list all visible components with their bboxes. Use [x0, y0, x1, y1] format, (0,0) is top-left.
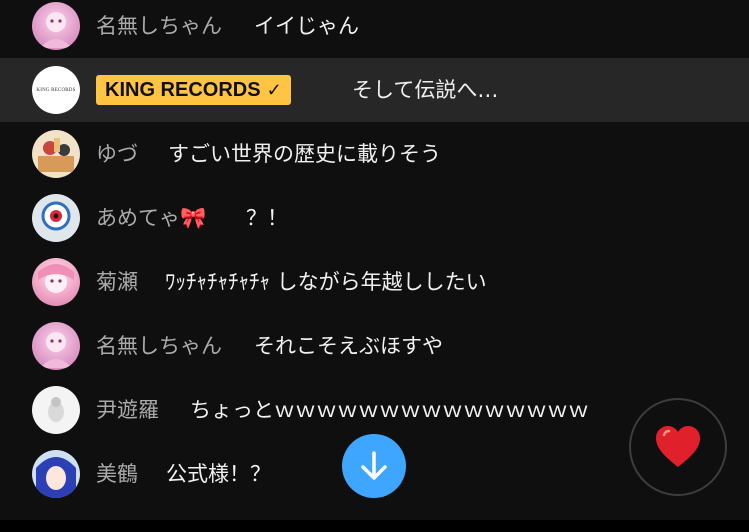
author-name[interactable]: 名無しちゃん [96, 12, 222, 40]
author-name[interactable]: あめてゃ🎀 [96, 204, 206, 232]
verified-check-icon: ✓ [266, 79, 282, 100]
reaction-button[interactable] [629, 398, 727, 496]
message-text: ﾜｯﾁｬﾁｬﾁｬﾁｬ しながら年越ししたい [165, 270, 487, 294]
bottom-edge [0, 520, 749, 532]
avatar[interactable] [32, 258, 80, 306]
avatar[interactable] [32, 2, 80, 50]
message-text: すごい世界の歴史に載りそう [168, 142, 441, 166]
chat-message-official: KING RECORDS KING RECORDS ✓ そして伝説へ… [0, 58, 749, 122]
message-text: それこそえぶほすや [254, 334, 443, 358]
message-text: そして伝説へ… [352, 78, 499, 102]
heart-icon [656, 426, 700, 467]
chat-message: 名無しちゃん それこそえぶほすや [0, 314, 749, 378]
chat-message: 名無しちゃん イイじゃん [0, 0, 749, 58]
avatar[interactable] [32, 386, 80, 434]
chat-message: あめてゃ🎀 ？！ [0, 186, 749, 250]
author-name[interactable]: ゆづ [96, 140, 138, 168]
author-name[interactable]: 美鶴 [96, 460, 138, 488]
message-text: ？！ [246, 206, 288, 230]
avatar[interactable] [32, 450, 80, 498]
arrow-down-icon [361, 451, 387, 480]
message-text: 公式様！？ [166, 462, 271, 486]
avatar[interactable] [32, 322, 80, 370]
message-text: ちょっとｗｗｗｗｗｗｗｗｗｗｗｗｗｗｗ [190, 398, 589, 422]
message-text: イイじゃん [254, 14, 359, 38]
owner-badge[interactable]: KING RECORDS ✓ [96, 75, 291, 105]
avatar[interactable] [32, 194, 80, 242]
avatar-king-records[interactable]: KING RECORDS [32, 66, 80, 114]
chat-message: ゆづ すごい世界の歴史に載りそう [0, 122, 749, 186]
author-name[interactable]: 菊瀬 [96, 268, 138, 296]
scroll-to-bottom-button[interactable] [342, 434, 406, 498]
author-name[interactable]: 尹遊羅 [96, 396, 159, 424]
avatar[interactable] [32, 130, 80, 178]
logo-text: KING RECORDS [36, 87, 76, 93]
chat-message: 菊瀬 ﾜｯﾁｬﾁｬﾁｬﾁｬ しながら年越ししたい [0, 250, 749, 314]
author-name[interactable]: 名無しちゃん [96, 332, 222, 360]
author-name: KING RECORDS [105, 78, 261, 101]
